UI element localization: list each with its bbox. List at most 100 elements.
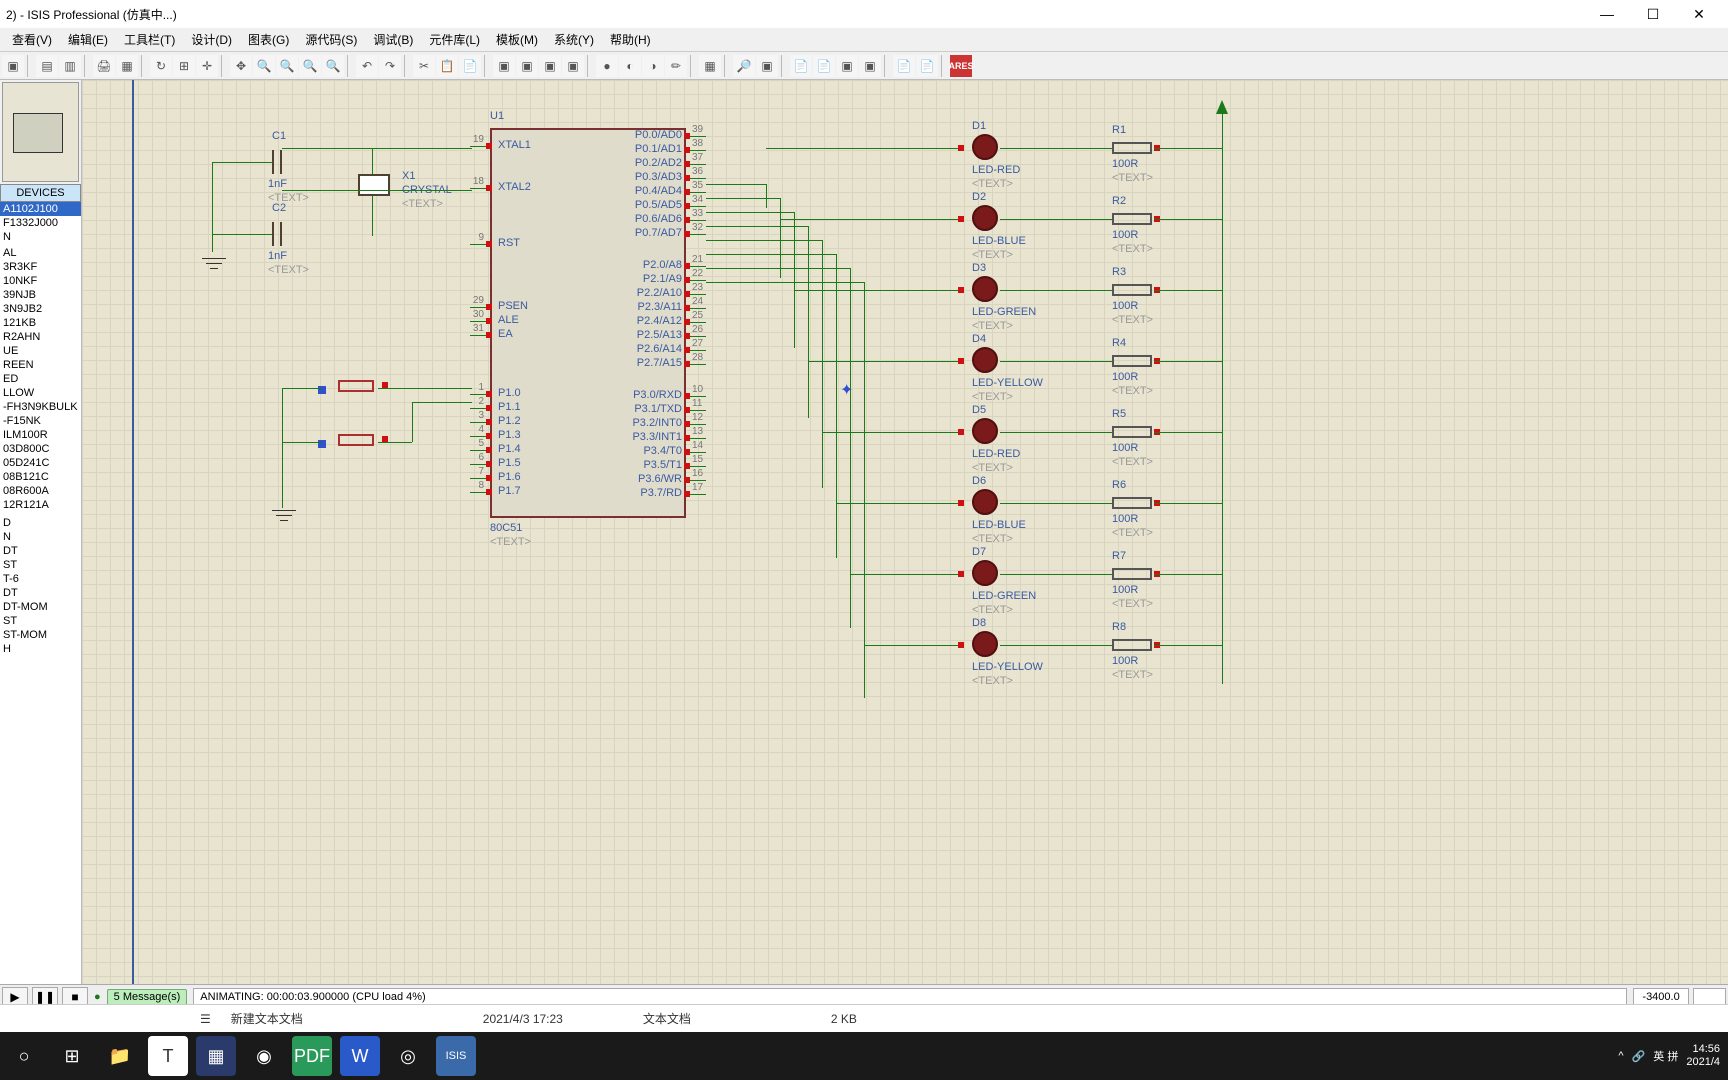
device-item[interactable]: -FH3N9KBULK <box>0 400 81 414</box>
tool-btn[interactable]: ▣ <box>539 55 561 77</box>
device-item[interactable]: UE <box>0 344 81 358</box>
ares-button[interactable]: ARES <box>950 55 972 77</box>
refresh-icon[interactable]: ↻ <box>150 55 172 77</box>
tray-up-icon[interactable]: ^ <box>1618 1050 1623 1062</box>
device-item[interactable]: 10NKF <box>0 274 81 288</box>
tool-btn[interactable]: ✏ <box>665 55 687 77</box>
search-icon[interactable]: 🔎 <box>733 55 755 77</box>
device-item[interactable]: ST-MOM <box>0 628 81 642</box>
menu-view[interactable]: 查看(V) <box>4 28 60 51</box>
redo-icon[interactable]: ↷ <box>379 55 401 77</box>
tool-btn[interactable]: 📄 <box>893 55 915 77</box>
device-item[interactable]: DT <box>0 586 81 600</box>
explorer-icon[interactable]: 📁 <box>96 1032 144 1080</box>
device-item[interactable]: LLOW <box>0 386 81 400</box>
device-item[interactable]: N <box>0 230 81 244</box>
device-item[interactable]: ST <box>0 558 81 572</box>
tool-btn[interactable]: 📄 <box>813 55 835 77</box>
device-item[interactable]: ED <box>0 372 81 386</box>
chrome-icon[interactable]: ◉ <box>240 1032 288 1080</box>
device-item[interactable]: A1102J100 <box>0 202 81 216</box>
menu-edit[interactable]: 编辑(E) <box>60 28 116 51</box>
tool-btn[interactable]: ▣ <box>2 55 24 77</box>
text-icon[interactable]: T <box>148 1036 188 1076</box>
tray-link-icon[interactable]: 🔗 <box>1632 1050 1646 1063</box>
tool-btn[interactable]: ● <box>596 55 618 77</box>
menu-template[interactable]: 模板(M) <box>488 28 546 51</box>
device-item[interactable]: ST <box>0 614 81 628</box>
led-D7 <box>972 560 998 586</box>
menu-chart[interactable]: 图表(G) <box>240 28 297 51</box>
wps-pdf-icon[interactable]: PDF <box>292 1036 332 1076</box>
device-item[interactable]: F1332J000 <box>0 216 81 230</box>
tool-btn[interactable]: ▣ <box>562 55 584 77</box>
cut-icon[interactable]: ✂ <box>413 55 435 77</box>
menu-debug[interactable]: 调试(B) <box>365 28 421 51</box>
device-item[interactable]: -F15NK <box>0 414 81 428</box>
device-item[interactable]: 03D800C <box>0 442 81 456</box>
tool-btn[interactable]: ▣ <box>836 55 858 77</box>
message-count[interactable]: 5 Message(s) <box>107 989 188 1005</box>
taskview-icon[interactable]: ⊞ <box>48 1032 96 1080</box>
device-item[interactable]: D <box>0 516 81 530</box>
print-icon[interactable]: 🖨 <box>93 55 115 77</box>
zoom-area-icon[interactable]: 🔍 <box>322 55 344 77</box>
device-item[interactable]: 05D241C <box>0 456 81 470</box>
device-item[interactable]: DT-MOM <box>0 600 81 614</box>
copy-icon[interactable]: 📋 <box>436 55 458 77</box>
origin-icon[interactable]: ✛ <box>196 55 218 77</box>
led-ref: D6 <box>972 475 986 487</box>
tool-btn[interactable]: ▣ <box>516 55 538 77</box>
tool-btn[interactable]: ◑ <box>642 55 664 77</box>
device-item[interactable]: REEN <box>0 358 81 372</box>
tool-btn[interactable]: ▦ <box>116 55 138 77</box>
menu-help[interactable]: 帮助(H) <box>602 28 659 51</box>
paste-icon[interactable]: 📄 <box>459 55 481 77</box>
close-button[interactable]: ✕ <box>1676 0 1722 28</box>
menu-source[interactable]: 源代码(S) <box>297 28 365 51</box>
tool-btn[interactable]: ▥ <box>59 55 81 77</box>
device-item[interactable]: 08R600A <box>0 484 81 498</box>
tool-btn[interactable]: ▦ <box>699 55 721 77</box>
device-item[interactable]: H <box>0 642 81 656</box>
ime-indicator[interactable]: 英 拼 <box>1653 1048 1678 1064</box>
cortana-icon[interactable]: ○ <box>0 1032 48 1080</box>
device-item[interactable]: AL <box>0 246 81 260</box>
tool-btn[interactable]: ▤ <box>36 55 58 77</box>
menu-library[interactable]: 元件库(L) <box>421 28 488 51</box>
tool-btn[interactable]: ▣ <box>756 55 778 77</box>
tool-btn[interactable]: ▣ <box>493 55 515 77</box>
tool-btn[interactable]: ◐ <box>619 55 641 77</box>
isis-icon[interactable]: ISIS <box>436 1036 476 1076</box>
zoom-in-icon[interactable]: 🔍 <box>253 55 275 77</box>
word-icon[interactable]: W <box>340 1036 380 1076</box>
device-item[interactable]: T-6 <box>0 572 81 586</box>
zoom-fit-icon[interactable]: 🔍 <box>299 55 321 77</box>
menu-design[interactable]: 设计(D) <box>183 28 240 51</box>
tool-btn[interactable]: 📄 <box>916 55 938 77</box>
undo-icon[interactable]: ↶ <box>356 55 378 77</box>
device-item[interactable]: 3N9JB2 <box>0 302 81 316</box>
devices-list[interactable]: A1102J100F1332J000NAL3R3KF10NKF39NJB3N9J… <box>0 202 81 1028</box>
schematic-canvas[interactable]: U180C51<TEXT>19XTAL118XTAL29RST29PSEN30A… <box>82 80 1728 1028</box>
pan-icon[interactable]: ✥ <box>230 55 252 77</box>
tool-btn[interactable]: 📄 <box>790 55 812 77</box>
device-item[interactable]: 08B121C <box>0 470 81 484</box>
device-item[interactable]: N <box>0 530 81 544</box>
minimize-button[interactable]: — <box>1584 0 1630 28</box>
menu-system[interactable]: 系统(Y) <box>546 28 602 51</box>
device-item[interactable]: 12R121A <box>0 498 81 512</box>
maximize-button[interactable]: ☐ <box>1630 0 1676 28</box>
device-item[interactable]: 121KB <box>0 316 81 330</box>
tool-btn[interactable]: ▣ <box>859 55 881 77</box>
device-item[interactable]: R2AHN <box>0 330 81 344</box>
obs-icon[interactable]: ◎ <box>384 1032 432 1080</box>
zoom-out-icon[interactable]: 🔍 <box>276 55 298 77</box>
device-item[interactable]: ILM100R <box>0 428 81 442</box>
grid-icon[interactable]: ⊞ <box>173 55 195 77</box>
menu-toolbar[interactable]: 工具栏(T) <box>116 28 183 51</box>
device-item[interactable]: DT <box>0 544 81 558</box>
device-item[interactable]: 3R3KF <box>0 260 81 274</box>
proteus-active-icon[interactable]: ▦ <box>196 1036 236 1076</box>
device-item[interactable]: 39NJB <box>0 288 81 302</box>
